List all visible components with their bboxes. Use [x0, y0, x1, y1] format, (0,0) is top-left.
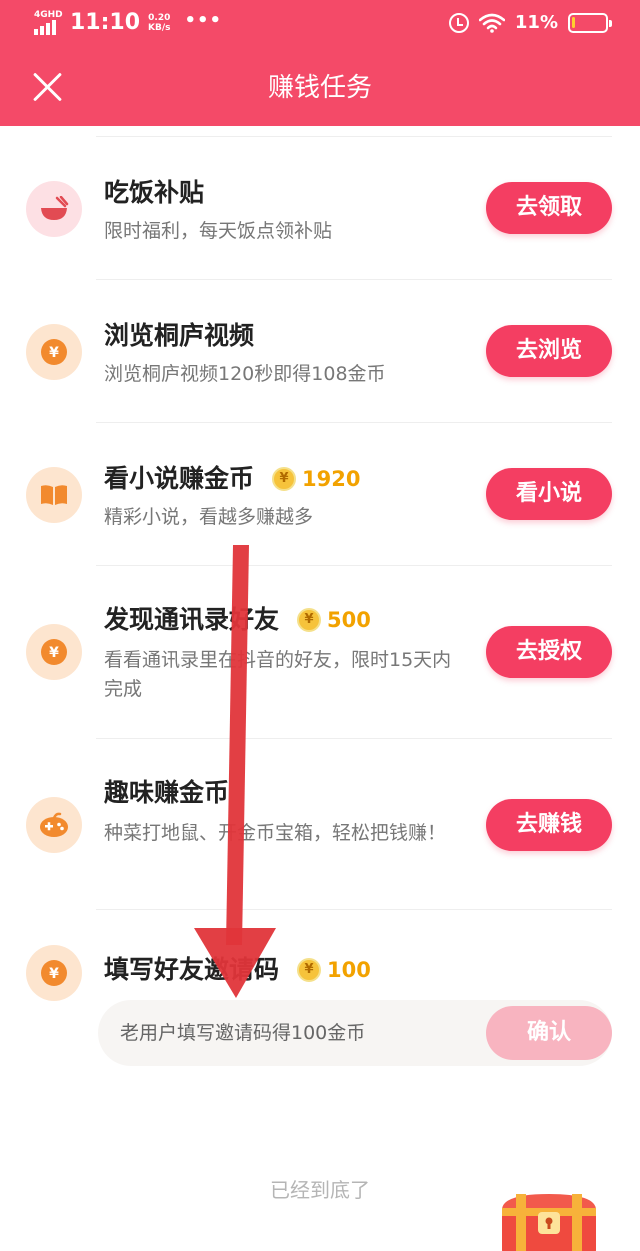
task-title: 填写好友邀请码 ¥100 — [104, 954, 371, 986]
reward-amount: ¥500 — [297, 604, 371, 636]
read-novel-button[interactable]: 看小说 — [486, 468, 612, 520]
earn-button[interactable]: 去赚钱 — [486, 799, 612, 851]
status-bar: 4GHD 11:10 0.20 KB/s ••• 11% — [0, 0, 640, 52]
task-item-watch-video: ¥ 浏览桐庐视频 浏览桐庐视频120秒即得108金币 去浏览 — [0, 280, 640, 422]
treasure-chest-icon[interactable] — [494, 1190, 604, 1251]
battery-fill — [572, 16, 575, 28]
task-desc: 精彩小说，看越多赚越多 — [104, 506, 314, 528]
app-header: 4GHD 11:10 0.20 KB/s ••• 11% 赚钱任务 — [0, 0, 640, 126]
signal-icon: 4GHD — [34, 10, 63, 35]
claim-button[interactable]: 去领取 — [486, 182, 612, 234]
page-title: 赚钱任务 — [267, 73, 372, 103]
status-right: 11% — [448, 12, 612, 33]
network-type: 4GHD — [34, 10, 63, 20]
task-desc: 浏览桐庐视频120秒即得108金币 — [104, 363, 386, 385]
svg-text:¥: ¥ — [49, 345, 59, 361]
invite-code-input[interactable] — [120, 1016, 460, 1050]
task-desc: 限时福利，每天饭点领补贴 — [104, 220, 333, 242]
coin-icon: ¥ — [26, 624, 82, 680]
book-icon — [26, 467, 82, 523]
task-title: 看小说赚金币 ¥1920 — [104, 463, 361, 495]
game-icon — [26, 797, 82, 853]
authorize-button[interactable]: 去授权 — [486, 626, 612, 678]
reward-amount: ¥100 — [297, 954, 371, 986]
status-left: 4GHD 11:10 0.20 KB/s ••• — [34, 10, 222, 36]
status-time: 11:10 — [70, 10, 141, 35]
coin-icon: ¥ — [26, 324, 82, 380]
svg-text:¥: ¥ — [49, 645, 59, 661]
coin-icon: ¥ — [26, 945, 82, 1001]
svg-text:¥: ¥ — [49, 966, 59, 982]
task-item-meal-subsidy: 吃饭补贴 限时福利，每天饭点领补贴 去领取 — [0, 137, 640, 279]
browse-button[interactable]: 去浏览 — [486, 325, 612, 377]
network-speed: 0.20 KB/s — [148, 13, 170, 33]
task-item-find-contacts: ¥ 发现通讯录好友 ¥500 看看通讯录里在抖音的好友，限时15天内完成 去授权 — [0, 566, 640, 738]
task-item-fun-games: 趣味赚金币 种菜打地鼠、开金币宝箱，轻松把钱赚！ 去赚钱 — [0, 739, 640, 909]
bowl-icon — [26, 181, 82, 237]
task-desc: 种菜打地鼠、开金币宝箱，轻松把钱赚！ — [104, 822, 447, 844]
speed-unit: KB/s — [148, 23, 171, 33]
task-item-read-novel: 看小说赚金币 ¥1920 精彩小说，看越多赚越多 看小说 — [0, 423, 640, 565]
reward-amount: ¥1920 — [272, 463, 360, 495]
more-notifications-icon: ••• — [184, 9, 223, 31]
alarm-icon — [448, 12, 469, 33]
task-desc: 看看通讯录里在抖音的好友，限时15天内完成 — [104, 649, 452, 700]
battery-icon — [568, 12, 612, 33]
battery-percent: 11% — [514, 12, 558, 33]
task-title: 浏览桐庐视频 — [104, 321, 255, 350]
task-title: 发现通讯录好友 ¥500 — [104, 604, 371, 636]
task-title: 吃饭补贴 — [104, 178, 205, 207]
invite-code-row: 确认 — [98, 1000, 612, 1066]
coin-icon: ¥ — [272, 467, 297, 491]
speed-value: 0.20 — [148, 13, 171, 23]
coin-icon: ¥ — [297, 958, 322, 982]
wifi-icon — [478, 13, 505, 33]
coin-icon: ¥ — [297, 608, 322, 632]
task-title: 趣味赚金币 — [104, 778, 230, 807]
confirm-button[interactable]: 确认 — [486, 1006, 612, 1060]
